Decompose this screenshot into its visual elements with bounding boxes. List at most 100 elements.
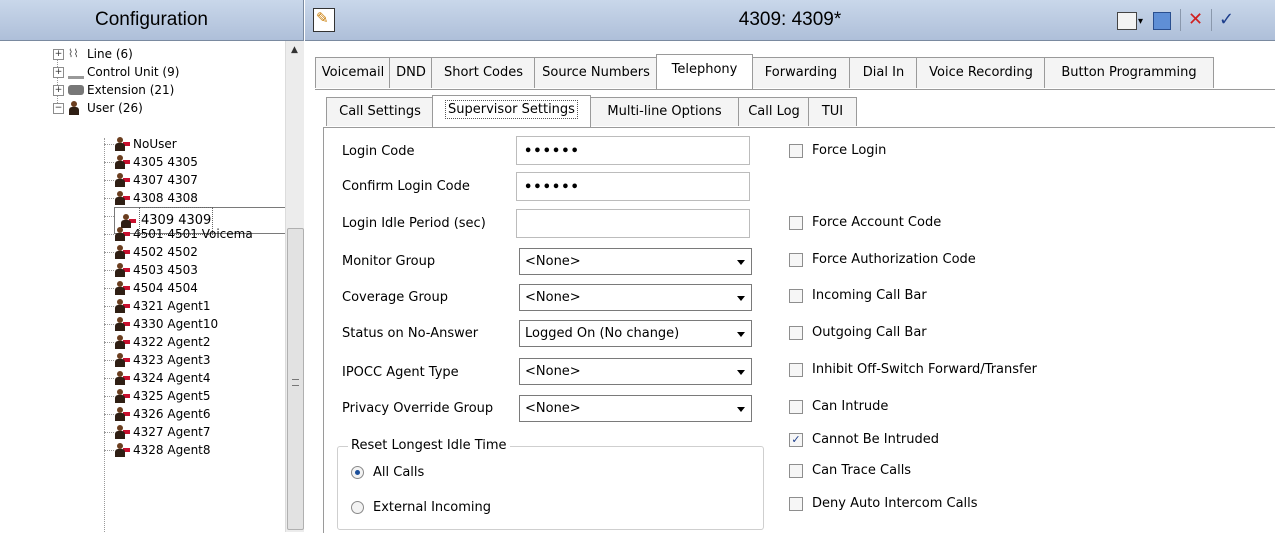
coverage-group-select[interactable]: <None> (519, 284, 752, 311)
tree-item-label: 4324 Agent4 (133, 371, 211, 385)
new-record-icon[interactable] (1117, 12, 1137, 30)
ipocc-agent-type-select[interactable]: <None> (519, 358, 752, 385)
checkbox-label: Incoming Call Bar (812, 288, 927, 303)
tab-call-settings[interactable]: Call Settings (326, 97, 434, 126)
status-no-answer-select[interactable]: Logged On (No change) (519, 320, 752, 347)
tab-dial-in[interactable]: Dial In (849, 57, 918, 88)
checkbox-row[interactable]: Inhibit Off-Switch Forward/Transfer (789, 362, 1037, 377)
radio-unselected-icon[interactable] (351, 501, 364, 514)
checkbox-label: Outgoing Call Bar (812, 325, 927, 340)
checkbox-row[interactable]: Deny Auto Intercom Calls (789, 496, 978, 511)
expand-icon[interactable]: + (53, 48, 64, 60)
checkbox-icon[interactable] (789, 399, 803, 414)
tree-item-user-entry[interactable]: 4330 Agent10 (114, 315, 218, 333)
tree-item-user-entry[interactable]: 4501 4501 Voicema (114, 225, 253, 243)
tree-item-user-entry[interactable]: 4326 Agent6 (114, 405, 211, 423)
expand-icon[interactable]: + (53, 66, 64, 78)
tree-item-user-entry[interactable]: NoUser (114, 135, 177, 153)
tree-item-user-entry[interactable]: 4327 Agent7 (114, 423, 211, 441)
tree-item-user-entry[interactable]: 4325 Agent5 (114, 387, 211, 405)
checkbox-row[interactable]: Incoming Call Bar (789, 288, 927, 303)
tab-tui[interactable]: TUI (808, 97, 857, 126)
tab-call-log[interactable]: Call Log (738, 97, 810, 126)
checkbox-icon[interactable] (789, 496, 803, 511)
checkbox-icon[interactable] (789, 215, 803, 230)
panel-title: Configuration (0, 0, 303, 41)
tree-item-user-entry[interactable]: 4324 Agent4 (114, 369, 211, 387)
checkbox-row[interactable]: Can Trace Calls (789, 463, 911, 478)
tree-item-label: 4327 Agent7 (133, 425, 211, 439)
checkbox-row[interactable]: Force Authorization Code (789, 252, 976, 267)
scrollbar-thumb[interactable] (287, 228, 304, 530)
tab-supervisor-settings[interactable]: Supervisor Settings (432, 95, 591, 127)
tree-item-user-entry[interactable]: 4322 Agent2 (114, 333, 211, 351)
checkbox-checked-icon[interactable]: ✓ (789, 432, 803, 447)
chevron-down-icon (737, 260, 745, 265)
checkbox-label: Can Trace Calls (812, 463, 912, 478)
tree-item-user-entry[interactable]: 4305 4305 (114, 153, 198, 171)
cancel-icon[interactable]: ✕ (1188, 9, 1203, 31)
checkbox-row[interactable]: ✓ Cannot Be Intruded (789, 432, 939, 447)
tree-item-user[interactable]: − User (26) (53, 99, 143, 117)
radio-external-incoming[interactable]: External Incoming (351, 500, 491, 515)
save-icon[interactable] (1153, 12, 1171, 30)
checkbox-icon[interactable] (789, 325, 803, 340)
tree-item-user-entry[interactable]: 4503 4503 (114, 261, 198, 279)
expand-icon[interactable]: + (53, 84, 64, 96)
privacy-override-group-select[interactable]: <None> (519, 395, 752, 422)
tab-multi-line-options[interactable]: Multi-line Options (589, 97, 740, 126)
scroll-up-icon[interactable]: ▲ (291, 45, 298, 55)
user-icon (114, 407, 130, 421)
checkbox-icon[interactable] (789, 252, 803, 267)
phone-icon (68, 85, 84, 95)
radio-selected-icon[interactable] (351, 466, 364, 479)
privacy-override-group-label: Privacy Override Group (342, 401, 494, 416)
tree-item-control-unit[interactable]: + Control Unit (9) (53, 63, 179, 81)
checkbox-row[interactable]: Can Intrude (789, 399, 888, 414)
user-icon (114, 425, 130, 439)
tree-item-label: 4502 4502 (133, 245, 198, 259)
tree-item-line[interactable]: + ⌇⌇ Line (6) (53, 45, 133, 63)
checkbox-icon[interactable] (789, 143, 803, 158)
tab-forwarding[interactable]: Forwarding (751, 57, 851, 88)
user-icon (114, 227, 130, 241)
monitor-group-select[interactable]: <None> (519, 248, 752, 275)
login-code-field[interactable]: •••••• (516, 136, 750, 165)
checkbox-icon[interactable] (789, 288, 803, 303)
user-icon (114, 443, 130, 457)
checkbox-row[interactable]: Outgoing Call Bar (789, 325, 927, 340)
tree-item-user-entry[interactable]: 4308 4308 (114, 189, 198, 207)
collapse-icon[interactable]: − (53, 102, 64, 114)
tree-item-user-entry[interactable]: 4307 4307 (114, 171, 198, 189)
grip-icon (292, 379, 299, 386)
checkbox-row[interactable]: Force Login (789, 143, 886, 158)
tree-item-user-entry[interactable]: 4323 Agent3 (114, 351, 211, 369)
checkbox-icon[interactable] (789, 362, 803, 377)
confirm-login-code-field[interactable]: •••••• (516, 172, 750, 201)
checkbox-row[interactable]: Force Account Code (789, 215, 941, 230)
tab-button-programming[interactable]: Button Programming (1044, 57, 1214, 88)
radio-all-calls[interactable]: All Calls (351, 465, 424, 480)
chevron-down-icon (737, 296, 745, 301)
user-icon (114, 353, 130, 367)
checkbox-icon[interactable] (789, 463, 803, 478)
tree-scrollbar[interactable]: ▲ (285, 41, 304, 532)
dropdown-icon[interactable]: ▾ (1138, 11, 1143, 33)
tab-source-numbers[interactable]: Source Numbers (534, 57, 658, 88)
tree-item-user-entry[interactable]: 4504 4504 (114, 279, 198, 297)
coverage-group-label: Coverage Group (342, 290, 448, 305)
checkbox-label: Force Authorization Code (812, 252, 976, 267)
tree-item-user-entry[interactable]: 4328 Agent8 (114, 441, 211, 459)
tree-item-user-entry[interactable]: 4502 4502 (114, 243, 198, 261)
tab-short-codes[interactable]: Short Codes (431, 57, 536, 88)
tab-telephony[interactable]: Telephony (656, 54, 753, 89)
tree-item-user-entry[interactable]: 4321 Agent1 (114, 297, 211, 315)
tab-voice-recording[interactable]: Voice Recording (916, 57, 1046, 88)
tree-item-extension[interactable]: + Extension (21) (53, 81, 174, 99)
login-idle-period-field[interactable] (516, 209, 750, 238)
ok-icon[interactable]: ✓ (1219, 9, 1234, 31)
tab-voicemail[interactable]: Voicemail (315, 57, 391, 88)
tree-item-label: 4504 4504 (133, 281, 198, 295)
config-tree[interactable]: + ⌇⌇ Line (6) + Control Unit (9) + Exten… (0, 41, 285, 532)
tab-dnd[interactable]: DND (389, 57, 433, 88)
